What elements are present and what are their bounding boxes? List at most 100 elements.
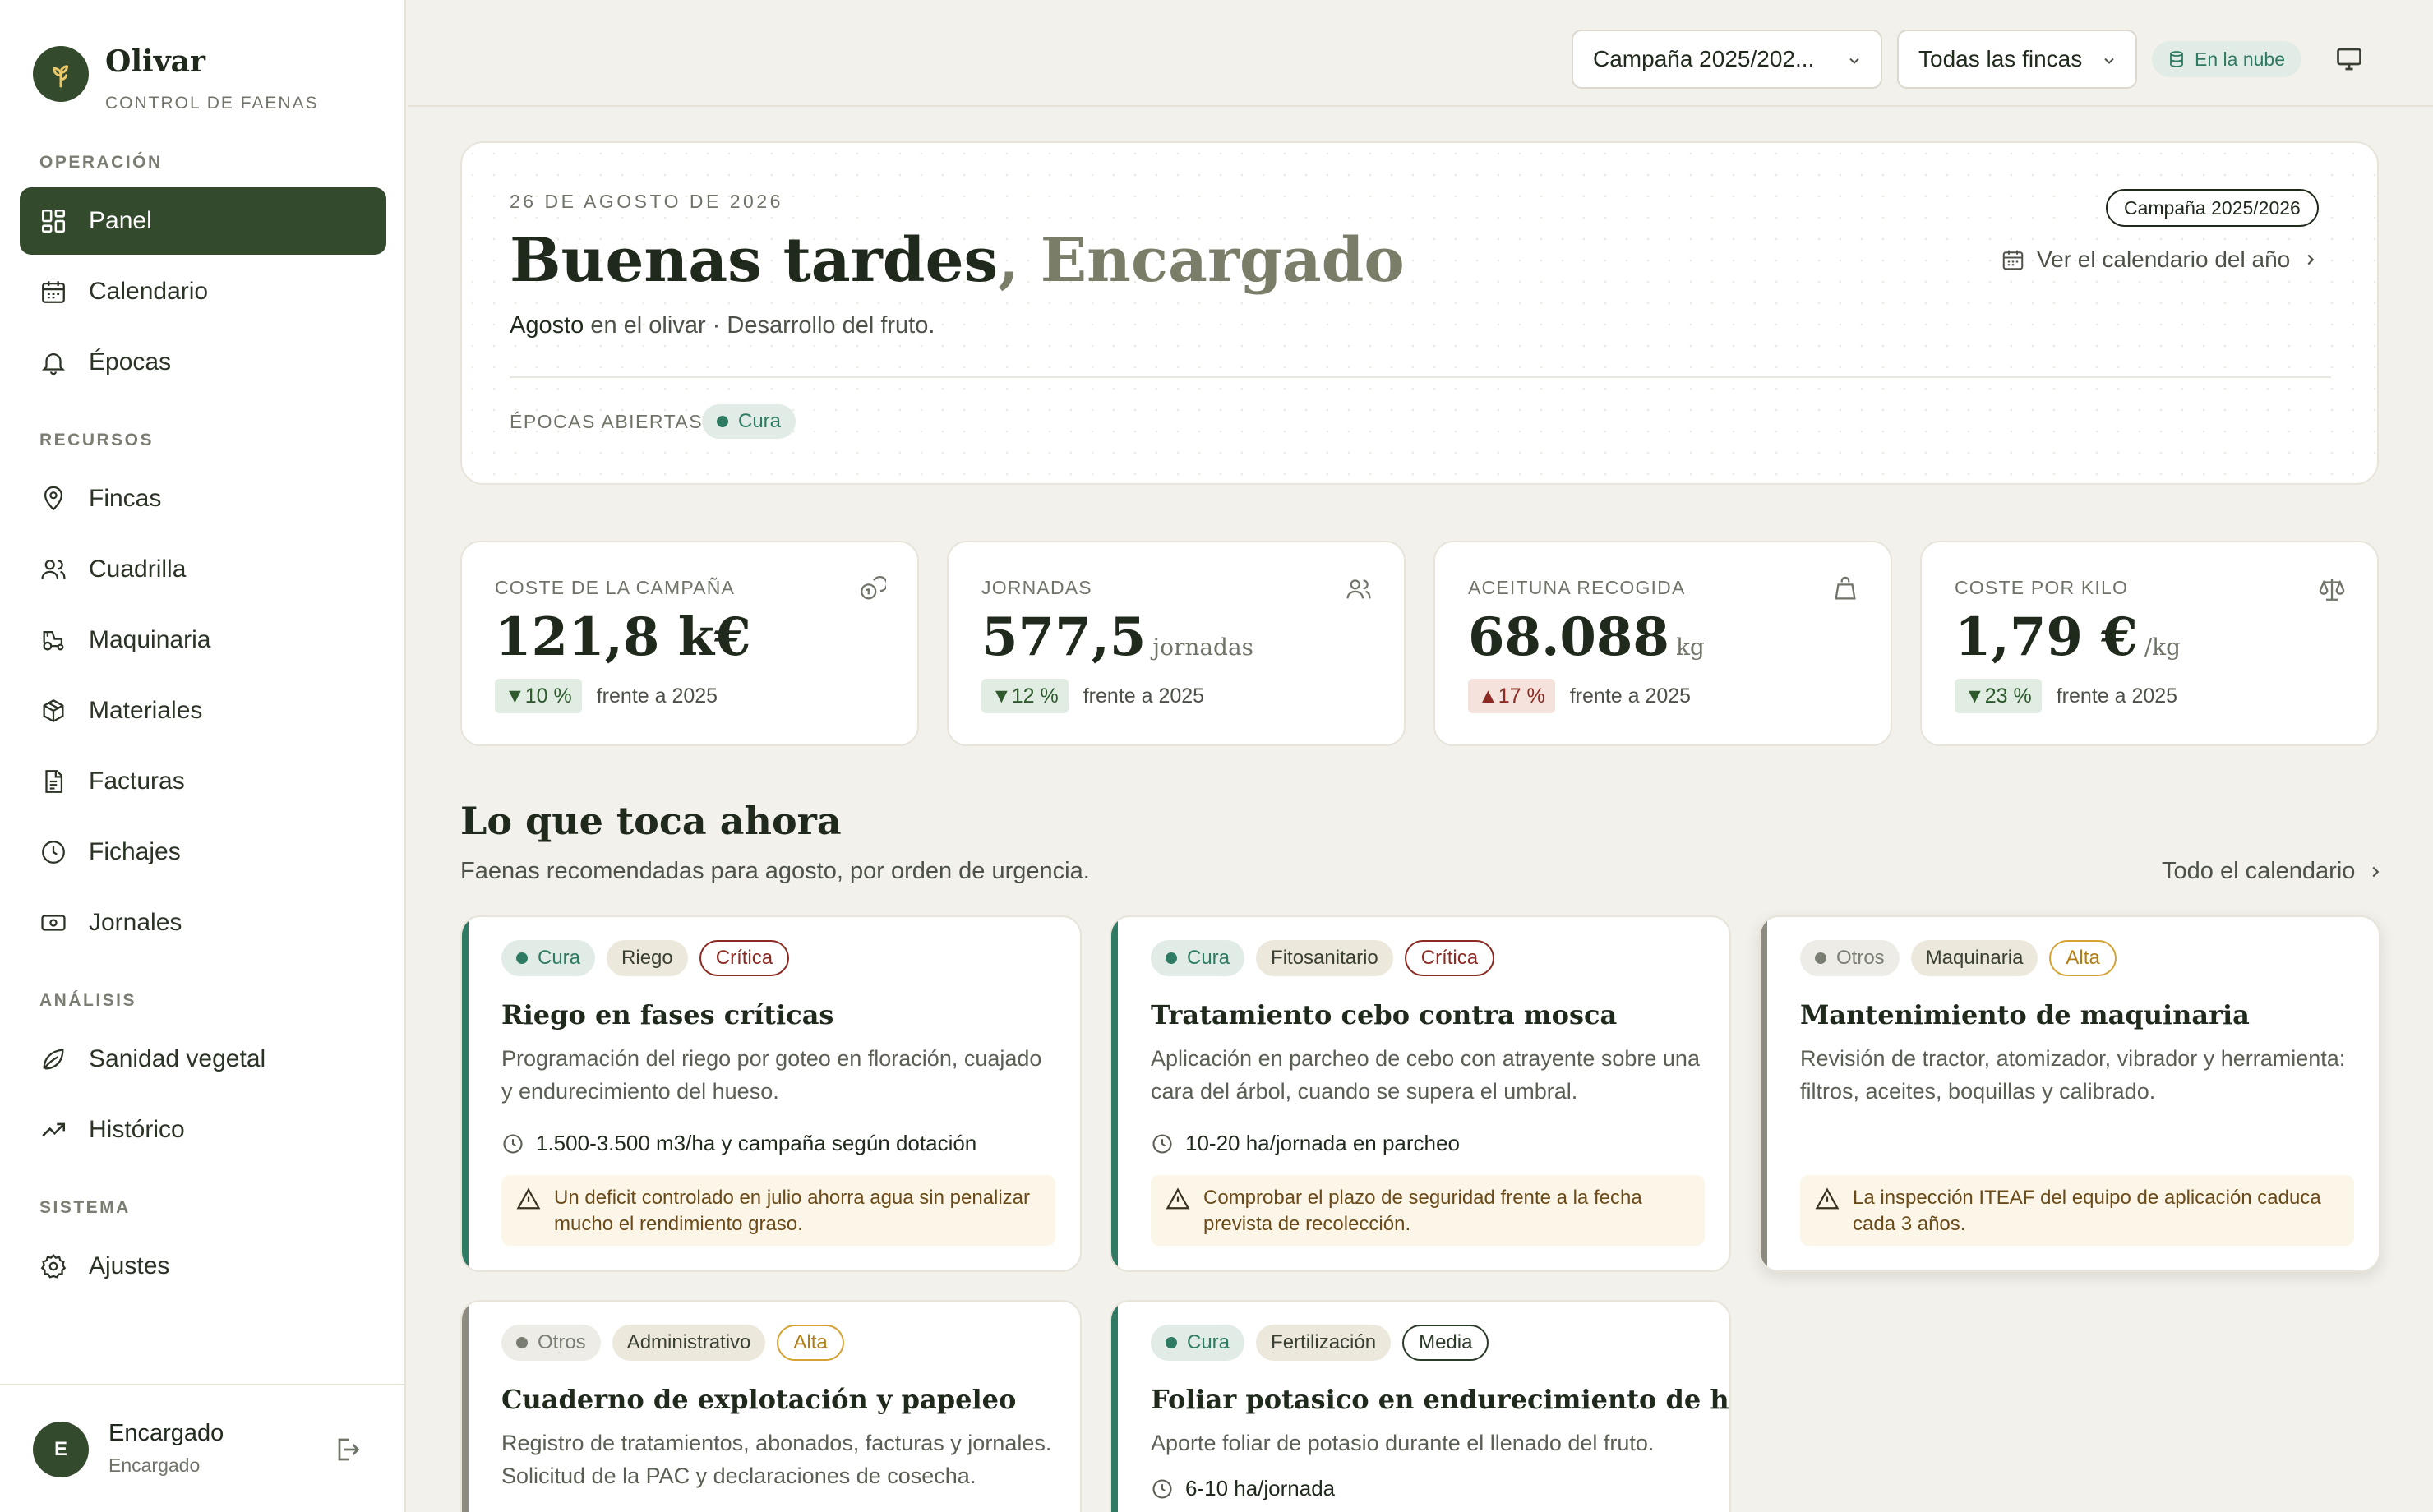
sidebar-item-label: Materiales	[89, 697, 203, 724]
chevron-right-icon	[2307, 254, 2315, 265]
chevron-down-icon	[2104, 58, 2114, 64]
sidebar-item-label: Histórico	[89, 1116, 185, 1143]
clock-icon	[1152, 1133, 1172, 1154]
kpi-label: JORNADAS	[981, 577, 1092, 598]
user-name: Encargado	[108, 1420, 224, 1446]
kpi-value: 121,8 k€	[495, 606, 751, 668]
sidebar-item-cuadrilla[interactable]: Cuadrilla	[20, 536, 386, 603]
kpi-card-coste-campana[interactable]: COSTE DE LA CAMPAÑA 121,8 k€ ▼10 % frente…	[460, 541, 919, 746]
year-calendar-link[interactable]: Ver el calendario del año	[2001, 247, 2320, 273]
task-meta-text: 10-20 ha/jornada en parcheo	[1185, 1131, 1460, 1155]
task-tags: Otros Administrativo Alta	[501, 1325, 844, 1361]
trend-icon	[42, 1122, 66, 1136]
banknote-icon	[41, 915, 66, 931]
nav-section-analisis: ANÁLISIS	[39, 991, 137, 1010]
task-meta-text: 6-10 ha/jornada	[1185, 1476, 1336, 1500]
task-card[interactable]: Otros Maquinaria Alta Mantenimiento de m…	[1759, 915, 2380, 1272]
file-icon	[45, 770, 63, 793]
monitor-icon[interactable]	[2334, 44, 2364, 74]
category-chip: Fitosanitario	[1256, 940, 1393, 976]
campaign-badge: Campaña 2025/2026	[2106, 189, 2319, 227]
sidebar-item-calendario[interactable]: Calendario	[20, 258, 386, 325]
logout-icon[interactable]	[332, 1435, 362, 1464]
epoch-chip: Cura	[501, 940, 596, 976]
kpi-card-jornadas[interactable]: JORNADAS 577,5 jornadas ▼12 % frente a 202…	[947, 541, 1406, 746]
sidebar-item-facturas[interactable]: Facturas	[20, 748, 386, 815]
epoch-label: Cura	[1187, 1331, 1230, 1353]
full-calendar-link[interactable]: Todo el calendario	[2162, 858, 2385, 885]
chevron-right-icon	[2372, 866, 2380, 877]
task-title: Riego en fases críticas	[501, 999, 834, 1030]
kpi-card-aceituna-recogida[interactable]: ACEITUNA RECOGIDA 68.088 kg ▲17 % frente a…	[1433, 541, 1892, 746]
year-calendar-link-label: Ver el calendario del año	[2037, 247, 2291, 272]
farm-select[interactable]: Todas las fincas	[1897, 30, 2137, 89]
map-pin-icon	[44, 486, 63, 511]
task-warning: La inspección ITEAF del equipo de aplica…	[1800, 1175, 2354, 1246]
nav-section-operacion: OPERACIÓN	[39, 153, 163, 172]
sidebar: Olivar CONTROL DE FAENAS OPERACIÓN Panel…	[0, 0, 406, 1512]
task-meta: 1.500-3.500 m3/ha y campaña según dotaci…	[501, 1131, 976, 1156]
open-epoch-chip[interactable]: Cura	[702, 404, 796, 439]
task-card[interactable]: Cura Fitosanitario Crítica Tratamiento c…	[1110, 915, 1731, 1272]
section-subtitle: Faenas recomendadas para agosto, por ord…	[460, 858, 1090, 884]
sidebar-item-sanidad-vegetal[interactable]: Sanidad vegetal	[20, 1026, 386, 1093]
task-card[interactable]: Cura Fertilización Media Foliar potasico…	[1110, 1300, 1731, 1512]
task-title: Tratamiento cebo contra mosca	[1151, 999, 1618, 1030]
kpi-value-number: 68.088	[1468, 606, 1669, 668]
dashboard-icon	[41, 209, 66, 233]
sidebar-item-label: Calendario	[89, 278, 209, 305]
status-dot	[717, 416, 728, 427]
scale-icon	[2319, 579, 2345, 601]
avatar[interactable]: E	[33, 1422, 89, 1477]
users-icon	[41, 560, 66, 579]
sidebar-item-panel[interactable]: Panel	[20, 187, 386, 255]
epoch-chip: Cura	[1151, 1325, 1245, 1361]
sidebar-item-epocas[interactable]: Épocas	[20, 329, 386, 396]
olive-logo-icon	[33, 46, 89, 102]
database-icon	[2170, 51, 2183, 67]
task-card[interactable]: Otros Administrativo Alta Cuaderno de ex…	[460, 1300, 1082, 1512]
hero-date: 26 DE AGOSTO DE 2026	[510, 191, 783, 212]
kpi-delta-badge: ▼23 %	[1955, 679, 2042, 713]
calendar-icon	[2002, 250, 2024, 270]
status-dot	[1166, 952, 1177, 964]
sidebar-item-maquinaria[interactable]: Maquinaria	[20, 606, 386, 674]
box-icon	[43, 698, 64, 723]
kpi-unit: kg	[1675, 634, 1705, 661]
epoch-chip: Otros	[1800, 940, 1900, 976]
sidebar-item-materiales[interactable]: Materiales	[20, 677, 386, 744]
clock-icon	[42, 841, 65, 864]
sidebar-item-historico[interactable]: Histórico	[20, 1096, 386, 1164]
task-warning-text: Un deficit controlado en julio ahorra ag…	[554, 1187, 1031, 1235]
kpi-comparison: ▲17 % frente a 2025	[1468, 679, 1691, 713]
brand[interactable]: Olivar CONTROL DE FAENAS	[33, 44, 317, 113]
sidebar-item-fichajes[interactable]: Fichajes	[20, 818, 386, 886]
kpi-unit: jornadas	[1152, 634, 1254, 661]
calendar-icon	[42, 281, 65, 303]
warning-icon	[516, 1187, 541, 1210]
kpi-card-coste-por-kilo[interactable]: COSTE POR KILO 1,79 €/kg ▼23 % frente a 2…	[1920, 541, 2379, 746]
task-title: Mantenimiento de maquinaria	[1800, 999, 2250, 1030]
task-card[interactable]: Cura Riego Crítica Riego en fases crític…	[460, 915, 1082, 1272]
sidebar-item-label: Sanidad vegetal	[89, 1045, 266, 1072]
priority-chip: Crítica	[699, 940, 790, 976]
campaign-select[interactable]: Campaña 2025/202...	[1572, 30, 1882, 89]
priority-chip: Alta	[2049, 940, 2117, 976]
leaf-icon	[43, 1049, 64, 1070]
open-epochs-label: ÉPOCAS ABIERTAS	[510, 411, 704, 432]
task-tags: Cura Riego Crítica	[501, 940, 790, 976]
farm-select-value: Todas las fincas	[1918, 46, 2083, 71]
task-title: Cuaderno de explotación y papeleo	[501, 1384, 1017, 1415]
kpi-delta-badge: ▲17 %	[1468, 679, 1555, 713]
warning-icon	[1815, 1187, 1840, 1210]
sidebar-item-label: Cuadrilla	[89, 555, 187, 583]
sidebar-item-jornales[interactable]: Jornales	[20, 889, 386, 957]
chevron-down-icon	[1849, 58, 1859, 64]
sidebar-item-label: Panel	[89, 207, 152, 234]
full-calendar-link-label: Todo el calendario	[2162, 858, 2356, 884]
task-warning: Comprobar el plazo de seguridad frente a…	[1151, 1175, 1705, 1246]
sidebar-item-fincas[interactable]: Fincas	[20, 465, 386, 532]
category-chip: Maquinaria	[1910, 940, 2038, 976]
sidebar-item-ajustes[interactable]: Ajustes	[20, 1233, 386, 1300]
category-chip: Administrativo	[612, 1325, 766, 1361]
